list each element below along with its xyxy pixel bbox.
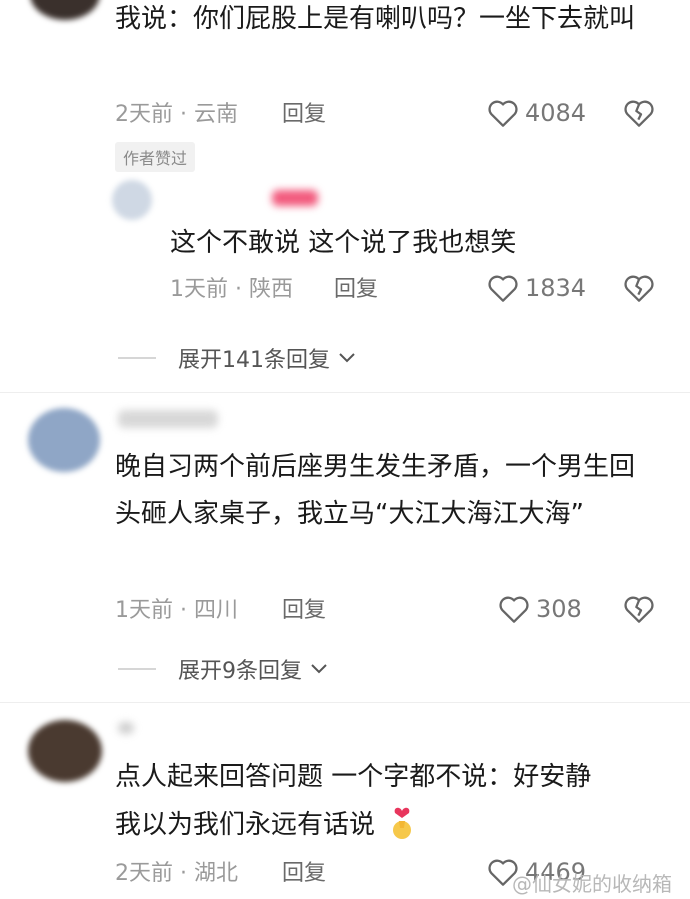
- comment-text: 晚自习两个前后座男生发生矛盾，一个男生回头砸人家桌子，我立马“大江大海江大海”: [115, 452, 636, 529]
- comment-text-line: 我以为我们永远有话说: [115, 810, 376, 840]
- reply-meta: 1天前 · 陕西: [170, 275, 293, 305]
- author-liked-badge: 作者赞过: [115, 142, 196, 172]
- comment-date: 2天前: [115, 102, 173, 127]
- heart-outline-icon: [488, 275, 518, 302]
- like-count: 4084: [525, 99, 587, 127]
- meta-separator: ·: [180, 102, 187, 127]
- comment-text: 我说：你们屁股上是有喇叭吗？一坐下去就叫: [115, 4, 636, 34]
- like-count: 1834: [525, 274, 587, 302]
- expand-replies-button[interactable]: 展开141条回复: [118, 342, 356, 374]
- chevron-down-icon: [339, 353, 355, 363]
- heart-outline-icon: [499, 596, 529, 623]
- expand-replies-label: 展开141条回复: [178, 348, 330, 373]
- reply-location: 陕西: [249, 277, 294, 302]
- reply-button[interactable]: 回复: [282, 100, 326, 130]
- comment-location: 四川: [194, 598, 239, 623]
- expand-replies-label: 展开9条回复: [178, 659, 302, 684]
- meta-separator: ·: [180, 598, 187, 623]
- reply-button[interactable]: 回复: [282, 596, 326, 626]
- expand-divider-line: [118, 668, 156, 670]
- like-button[interactable]: 4084: [487, 98, 586, 128]
- username[interactable]: [118, 410, 218, 428]
- comment-location: 湖北: [194, 861, 239, 886]
- comment-meta: 1天前 · 四川: [115, 596, 238, 626]
- comment-date: 1天前: [115, 598, 173, 623]
- reply-username[interactable]: [272, 190, 318, 206]
- chevron-down-icon: [311, 664, 327, 674]
- broken-heart-icon[interactable]: [623, 594, 655, 624]
- comment-divider: [0, 392, 690, 393]
- username[interactable]: [118, 722, 134, 734]
- avatar[interactable]: [28, 408, 100, 472]
- meta-separator: ·: [180, 861, 187, 886]
- expand-divider-line: [118, 357, 156, 359]
- comment-meta: 2天前 · 云南: [115, 100, 238, 130]
- comment-text: 点人起来回答问题 一个字都不说：好安静: [115, 762, 592, 792]
- comment-divider: [0, 702, 690, 703]
- reply-date: 1天前: [170, 277, 228, 302]
- reply-button[interactable]: 回复: [334, 275, 378, 305]
- like-button[interactable]: 308: [498, 594, 582, 624]
- broken-heart-icon[interactable]: [623, 98, 655, 128]
- avatar[interactable]: [28, 720, 102, 782]
- comment-location: 云南: [194, 102, 239, 127]
- reply-button[interactable]: 回复: [282, 859, 326, 889]
- avatar[interactable]: [30, 0, 100, 20]
- heart-outline-icon: [488, 100, 518, 127]
- meta-separator: ·: [235, 277, 242, 302]
- finger-heart-emoji: [393, 807, 412, 839]
- like-button[interactable]: 1834: [487, 273, 586, 303]
- comment-meta: 2天前 · 湖北: [115, 859, 238, 889]
- expand-replies-button[interactable]: 展开9条回复: [118, 653, 328, 685]
- watermark: @仙女妮的收纳箱: [512, 872, 672, 896]
- like-count: 308: [536, 595, 582, 623]
- reply-text: 这个不敢说 这个说了我也想笑: [170, 228, 517, 258]
- reply-avatar[interactable]: [112, 180, 152, 220]
- comment-text: 我以为我们永远有话说: [115, 802, 417, 849]
- comment-date: 2天前: [115, 861, 173, 886]
- broken-heart-icon[interactable]: [623, 273, 655, 303]
